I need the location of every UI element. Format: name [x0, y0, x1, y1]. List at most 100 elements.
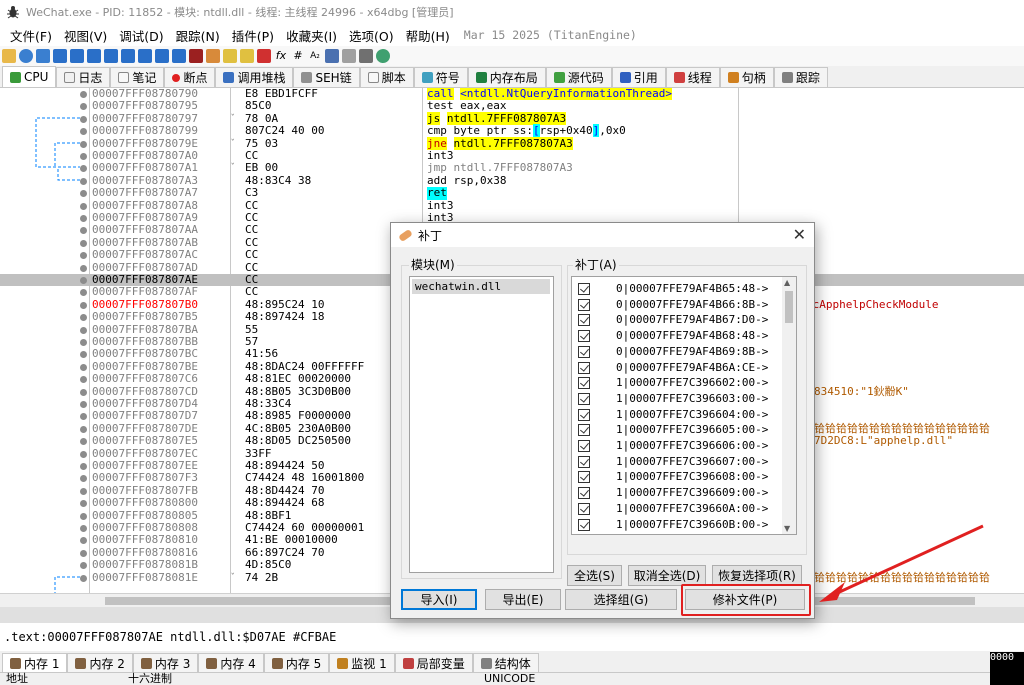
breakpoint-dot-icon[interactable] [80, 264, 87, 272]
tab-dump-5[interactable]: 内存 5 [263, 653, 330, 672]
breakpoint-dot-icon[interactable] [80, 339, 87, 346]
calculator-icon[interactable] [325, 49, 339, 63]
hash-icon[interactable]: # [291, 49, 305, 63]
scylla-icon[interactable] [189, 49, 203, 63]
stack-pane[interactable]: 0000 [990, 652, 1024, 685]
step-into-icon[interactable] [87, 49, 101, 63]
trace-over-icon[interactable] [138, 49, 152, 63]
patch-list-item[interactable]: 0|00007FFE79AF4B68:48-> [578, 328, 788, 344]
patch-checkbox[interactable] [578, 314, 590, 327]
text-icon[interactable] [342, 49, 356, 63]
breakpoint-dot-icon[interactable] [80, 525, 87, 532]
patch-checkbox[interactable] [578, 392, 590, 405]
patch-checkbox[interactable] [578, 487, 590, 500]
patch-checkbox[interactable] [578, 408, 590, 421]
patches-list[interactable]: 0|00007FFE79AF4B65:48-> 0|00007FFE79AF4B6… [571, 276, 797, 535]
modules-list[interactable]: wechatwin.dll [409, 276, 554, 573]
open-icon[interactable] [2, 49, 16, 63]
menu-debug[interactable]: 调试(D) [113, 26, 169, 45]
patch-list-item[interactable]: 1|00007FFE7C39660A:00-> [578, 501, 788, 517]
memory-icon[interactable] [359, 49, 373, 63]
patch-list-item[interactable]: 0|00007FFE79AF4B69:8B-> [578, 344, 788, 360]
breakpoint-dot-icon[interactable] [80, 363, 87, 371]
breakpoint-dot-icon[interactable] [80, 252, 87, 260]
breakpoint-dot-icon[interactable] [80, 277, 87, 284]
patch-checkbox[interactable] [578, 283, 590, 295]
breakpoint-dot-icon[interactable] [80, 239, 87, 247]
breakpoint-dot-icon[interactable] [80, 512, 87, 520]
patch-checkbox[interactable] [578, 330, 590, 343]
tab-log[interactable]: 日志 [56, 67, 111, 87]
breakpoint-dot-icon[interactable] [80, 487, 87, 495]
patch-checkbox[interactable] [578, 377, 590, 390]
tab-handles[interactable]: 句柄 [719, 67, 774, 87]
menu-options[interactable]: 选项(O) [343, 26, 400, 45]
patch-list-item[interactable]: 0|00007FFE79AF4B67:D0-> [578, 312, 788, 328]
tab-seh[interactable]: SEH链 [293, 67, 360, 87]
run-to-user-code-icon[interactable] [172, 49, 186, 63]
breakpoint-dot-icon[interactable] [80, 289, 87, 297]
font-icon[interactable]: A₂ [308, 49, 322, 63]
tab-source[interactable]: 源代码 [545, 67, 612, 87]
tab-references[interactable]: 引用 [611, 67, 666, 87]
close-icon[interactable] [36, 49, 50, 63]
breakpoint-dot-icon[interactable] [80, 450, 87, 458]
patch-checkbox[interactable] [578, 345, 590, 358]
breakpoint-dot-icon[interactable] [80, 351, 87, 359]
import-button[interactable]: 导入(I) [401, 589, 477, 610]
breakpoint-dot-icon[interactable] [80, 475, 87, 483]
patch-list-item[interactable]: 0|00007FFE79AF4B66:8B-> [578, 297, 788, 313]
patch-list-item[interactable]: 1|00007FFE7C396607:00-> [578, 454, 788, 470]
patch-checkbox[interactable] [578, 424, 590, 437]
tab-locals[interactable]: 局部变量 [394, 653, 473, 672]
restart-icon[interactable] [19, 49, 33, 63]
scroll-up-icon[interactable]: ▲ [784, 278, 790, 287]
patch-list-item[interactable]: 1|00007FFE7C396606:00-> [578, 438, 788, 454]
scroll-down-icon[interactable]: ▼ [784, 524, 790, 533]
patch-checkbox[interactable] [578, 440, 590, 452]
breakpoint-dot-icon[interactable] [80, 463, 87, 470]
menu-help[interactable]: 帮助(H) [400, 26, 456, 45]
menu-favourites[interactable]: 收藏夹(I) [280, 26, 343, 45]
patches-scroll-thumb[interactable] [785, 291, 793, 323]
patch-checkbox[interactable] [578, 471, 590, 484]
menu-view[interactable]: 视图(V) [58, 26, 113, 45]
tab-notes[interactable]: 笔记 [110, 67, 165, 87]
tab-trace[interactable]: 跟踪 [773, 67, 828, 87]
tab-call-stack[interactable]: 调用堆栈 [215, 67, 294, 87]
breakpoint-dot-icon[interactable] [80, 549, 87, 557]
run-icon[interactable] [53, 49, 67, 63]
patch-list-item[interactable]: 0|00007FFE79AF4B6A:CE-> [578, 360, 788, 376]
tab-dump-1[interactable]: 内存 1 [2, 653, 68, 672]
patch-list-item[interactable]: 0|00007FFE79AF4B65:48-> [578, 281, 788, 297]
patch-icon[interactable] [206, 49, 220, 63]
plugin-icon[interactable] [376, 49, 390, 63]
pause-icon[interactable] [70, 49, 84, 63]
breakpoint-dot-icon[interactable] [80, 314, 87, 322]
patch-checkbox[interactable] [578, 455, 590, 468]
labels-icon[interactable] [240, 49, 254, 63]
menu-trace[interactable]: 跟踪(N) [170, 26, 226, 45]
tab-struct[interactable]: 结构体 [472, 653, 539, 672]
close-icon[interactable]: ✕ [793, 225, 806, 244]
execute-till-return-icon[interactable] [155, 49, 169, 63]
patch-list-item[interactable]: 1|00007FFE7C396609:00-> [578, 485, 788, 501]
tab-memory-map[interactable]: 内存布局 [467, 67, 546, 87]
patch-checkbox[interactable] [578, 518, 590, 531]
patches-scrollbar[interactable]: ▲ ▼ [782, 277, 796, 534]
tab-cpu[interactable]: CPU [2, 66, 57, 87]
tab-breakpoints[interactable]: 断点 [164, 67, 216, 87]
select-group-button[interactable]: 选择组(G) [565, 589, 677, 610]
functions-icon[interactable]: fx [274, 49, 288, 63]
patch-list-item[interactable]: 1|00007FFE7C396604:00-> [578, 407, 788, 423]
tab-threads[interactable]: 线程 [665, 67, 720, 87]
bookmark-icon[interactable] [257, 49, 271, 63]
patch-list-item[interactable]: 1|00007FFE7C396608:00-> [578, 469, 788, 485]
breakpoint-dot-icon[interactable] [80, 376, 87, 384]
breakpoint-dot-icon[interactable] [80, 500, 87, 508]
patch-checkbox[interactable] [578, 361, 590, 374]
export-button[interactable]: 导出(E) [485, 589, 561, 610]
menu-plugins[interactable]: 插件(P) [226, 26, 280, 45]
select-all-button[interactable]: 全选(S) [567, 565, 622, 586]
tab-dump-2[interactable]: 内存 2 [67, 653, 133, 672]
